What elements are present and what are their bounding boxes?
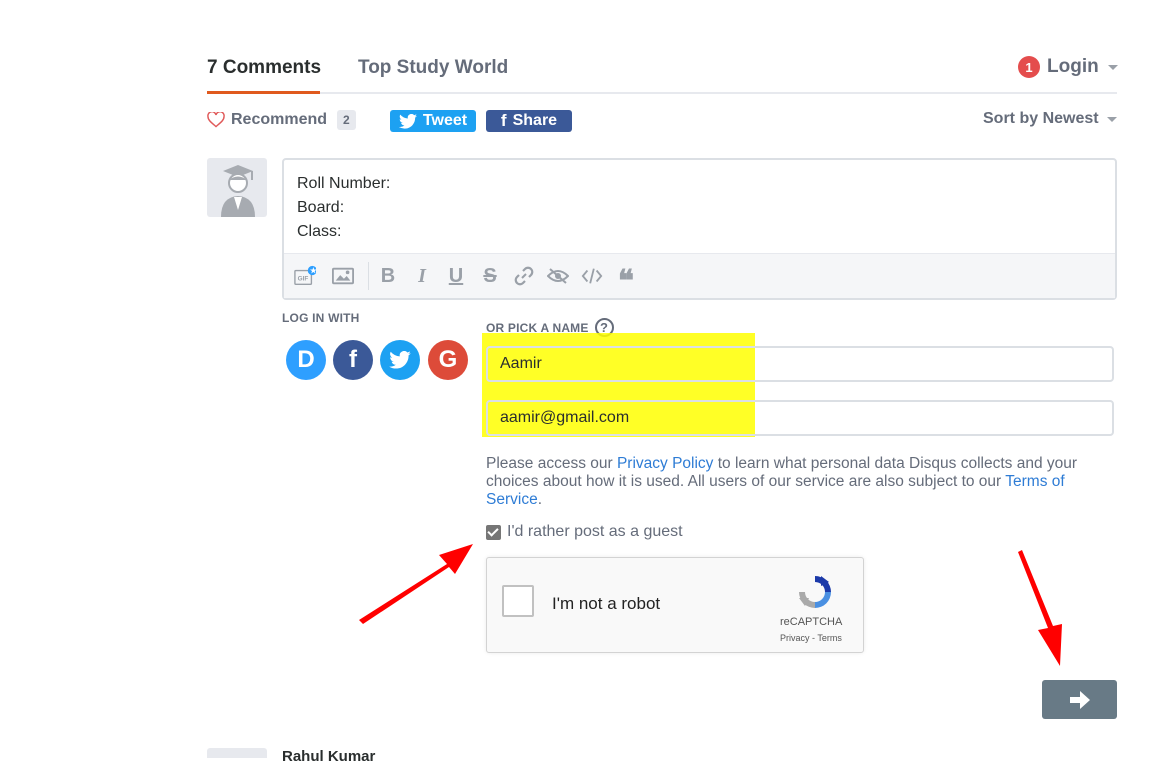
arrow-right-icon bbox=[1069, 690, 1090, 709]
code-icon[interactable] bbox=[581, 265, 603, 287]
tweet-button[interactable]: Tweet bbox=[390, 110, 476, 132]
recaptcha-terms-link[interactable]: Privacy - Terms bbox=[780, 633, 842, 643]
strikethrough-icon[interactable]: S bbox=[479, 265, 501, 287]
next-comment-author[interactable]: Rahul Kumar bbox=[282, 748, 375, 765]
disqus-icon: D bbox=[297, 346, 315, 373]
login-with-label: LOG IN WITH bbox=[282, 311, 360, 325]
red-arrow-annotation bbox=[359, 544, 473, 624]
notification-badge[interactable]: 1 bbox=[1018, 56, 1040, 78]
underline-icon[interactable]: U bbox=[445, 265, 467, 287]
disqus-login-button[interactable]: D bbox=[286, 340, 326, 380]
editor-toolbar: GIF ★ B I U S ❝ bbox=[284, 253, 1115, 298]
share-label: Share bbox=[512, 112, 558, 129]
policy-suffix: . bbox=[537, 491, 542, 508]
next-comment-avatar bbox=[207, 748, 267, 758]
facebook-icon: f bbox=[500, 111, 507, 130]
tweet-label: Tweet bbox=[422, 112, 468, 129]
recommend-label: Recommend bbox=[231, 111, 328, 128]
email-input[interactable]: aamir@gmail.com bbox=[486, 400, 1114, 436]
tab-community[interactable]: Top Study World bbox=[358, 57, 508, 79]
active-tab-indicator bbox=[207, 91, 320, 94]
recommend-count: 2 bbox=[337, 110, 356, 130]
recaptcha-checkbox[interactable] bbox=[502, 585, 534, 617]
gif-icon[interactable]: GIF ★ bbox=[294, 265, 316, 287]
quote-icon[interactable]: ❝ bbox=[615, 259, 637, 297]
privacy-notice: Please access our Privacy Policy to lear… bbox=[486, 455, 1116, 509]
svg-text:GIF: GIF bbox=[298, 276, 309, 283]
name-input-value: Aamir bbox=[500, 355, 542, 372]
login-label[interactable]: Login bbox=[1047, 56, 1099, 78]
comment-editor[interactable]: Roll Number: Board: Class: GIF★ B I U S bbox=[282, 158, 1117, 300]
svg-text:★: ★ bbox=[309, 266, 316, 275]
header-divider bbox=[207, 92, 1117, 94]
google-icon: G bbox=[438, 346, 458, 373]
guest-checkbox-row[interactable]: I'd rather post as a guest bbox=[486, 523, 683, 541]
avatar bbox=[207, 158, 267, 217]
submit-button[interactable] bbox=[1042, 680, 1117, 719]
google-login-button[interactable]: G bbox=[428, 340, 468, 380]
share-button[interactable]: f Share bbox=[486, 110, 572, 132]
recommend-button[interactable]: Recommend 2 bbox=[207, 110, 356, 130]
login-menu[interactable]: 1 Login bbox=[1018, 56, 1118, 78]
twitter-icon bbox=[398, 113, 417, 129]
recaptcha-widget: I'm not a robot reCAPTCHA Privacy - Term… bbox=[486, 557, 864, 653]
toolbar-separator bbox=[368, 262, 369, 290]
facebook-icon: f bbox=[349, 346, 357, 373]
recaptcha-brand: reCAPTCHA bbox=[780, 616, 843, 628]
recaptcha-logo-icon bbox=[799, 576, 831, 608]
name-input[interactable]: Aamir bbox=[486, 346, 1114, 382]
guest-checkbox[interactable] bbox=[486, 524, 501, 540]
heart-icon bbox=[207, 112, 225, 128]
comment-textarea[interactable]: Roll Number: Board: Class: bbox=[297, 172, 390, 244]
bold-icon[interactable]: B bbox=[377, 265, 399, 287]
image-icon[interactable] bbox=[332, 265, 354, 287]
link-icon[interactable] bbox=[513, 265, 535, 287]
privacy-policy-link[interactable]: Privacy Policy bbox=[617, 455, 713, 472]
red-arrow-annotation bbox=[1018, 550, 1062, 666]
chevron-down-icon bbox=[1106, 116, 1117, 122]
recaptcha-label: I'm not a robot bbox=[552, 594, 661, 613]
italic-icon[interactable]: I bbox=[411, 265, 433, 287]
guest-label: I'd rather post as a guest bbox=[507, 523, 683, 540]
facebook-login-button[interactable]: f bbox=[333, 340, 373, 380]
email-input-value: aamir@gmail.com bbox=[500, 409, 630, 426]
chevron-down-icon bbox=[1107, 64, 1118, 70]
sort-label: Sort by Newest bbox=[983, 110, 1099, 127]
sort-dropdown[interactable]: Sort by Newest bbox=[983, 110, 1117, 128]
twitter-icon bbox=[389, 351, 411, 369]
spoiler-icon[interactable] bbox=[547, 265, 569, 287]
graduate-avatar-icon bbox=[221, 165, 255, 217]
tab-comments[interactable]: 7 Comments bbox=[207, 57, 321, 79]
policy-prefix: Please access our bbox=[486, 455, 617, 472]
twitter-login-button[interactable] bbox=[380, 340, 420, 380]
